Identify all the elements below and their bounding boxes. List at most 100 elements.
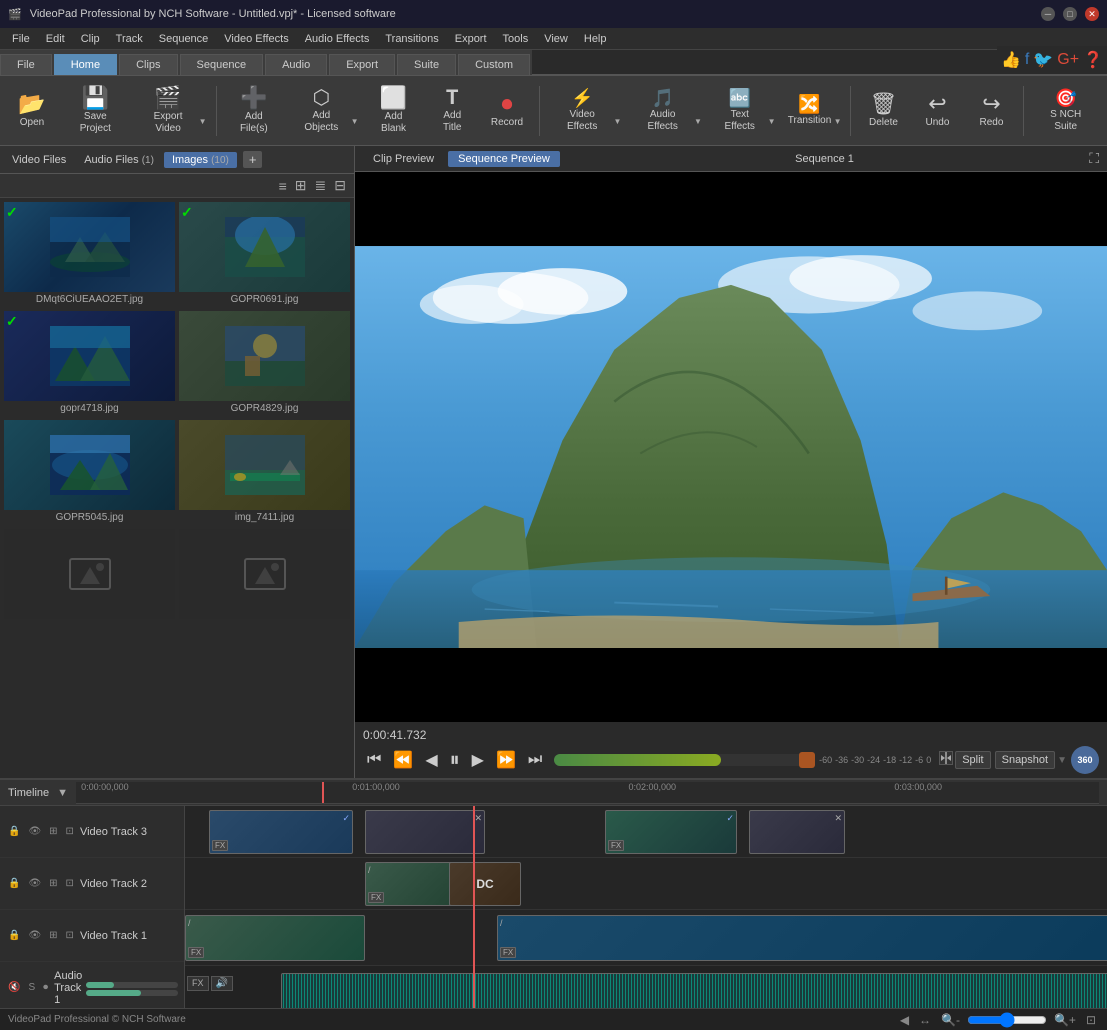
tab-clips[interactable]: Clips (119, 54, 177, 75)
maximize-button[interactable]: □ (1063, 7, 1077, 21)
add-media-button[interactable]: + (243, 151, 263, 168)
track-snap-icon-2[interactable]: ⊡ (64, 877, 76, 890)
status-zoom-out-button[interactable]: 🔍- (938, 1012, 963, 1028)
tab-home[interactable]: Home (54, 54, 117, 75)
zoom-slider[interactable] (967, 1012, 1047, 1028)
menu-tools[interactable]: Tools (495, 31, 537, 47)
view-sort-button[interactable]: ≡ (275, 177, 291, 195)
tab-suite[interactable]: Suite (397, 54, 456, 75)
view-details-button[interactable]: ⊟ (330, 176, 350, 195)
audio-fx-button[interactable]: FX (187, 976, 209, 991)
track-snap-icon-3[interactable]: ⊡ (64, 929, 76, 942)
skip-start-button[interactable]: ⏮ (363, 749, 385, 771)
menu-help[interactable]: Help (576, 31, 615, 47)
track-group-icon-3[interactable]: ⊞ (47, 929, 59, 942)
nch-suite-button[interactable]: 🎯 S NCH Suite (1030, 82, 1101, 140)
play-pause-button[interactable]: ⏸ (446, 747, 464, 774)
thumbnail-4[interactable]: GOPR4829.jpg (179, 311, 350, 416)
menu-export[interactable]: Export (447, 31, 495, 47)
track-group-icon-2[interactable]: ⊞ (47, 877, 59, 890)
clip-v2-2[interactable]: DC (449, 862, 521, 906)
snapshot-button[interactable]: Snapshot (995, 751, 1055, 769)
snapshot-arrow-icon[interactable]: ▼ (1057, 755, 1067, 766)
delete-button[interactable]: 🗑 Delete (857, 82, 909, 140)
record-button[interactable]: ⏺ Record (481, 82, 533, 140)
thumbnail-1[interactable]: ✓ DMqt6CiUEAAO2ET.jpg (4, 202, 175, 307)
clip-v3-4[interactable]: ✕ (749, 810, 845, 854)
thumbnail-5[interactable]: GOPR5045.jpg (4, 420, 175, 525)
track-record-icon[interactable]: ⏺ (41, 981, 50, 994)
menu-edit[interactable]: Edit (38, 31, 73, 47)
menu-track[interactable]: Track (108, 31, 151, 47)
track-lock-icon[interactable]: 🔒 (6, 825, 22, 838)
thumbnail-3[interactable]: ✓ gopr4718.jpg (4, 311, 175, 416)
thumbnail-8[interactable] (179, 529, 350, 623)
tab-images[interactable]: Images (10) (164, 152, 237, 168)
tab-file[interactable]: File (0, 54, 52, 75)
menu-video-effects[interactable]: Video Effects (216, 31, 296, 47)
next-frame-button[interactable]: ⏩ (492, 748, 520, 772)
add-title-button[interactable]: 𝐓 Add Title (426, 82, 479, 140)
audio-speaker-icon[interactable]: 🔊 (211, 976, 233, 991)
menu-audio-effects[interactable]: Audio Effects (297, 31, 378, 47)
open-button[interactable]: 📂 Open (6, 82, 58, 140)
view-grid-button[interactable]: ⊞ (291, 176, 311, 195)
track-lock-icon-3[interactable]: 🔒 (6, 929, 22, 942)
track-eye-icon-3[interactable]: 👁 (26, 929, 43, 942)
tab-export[interactable]: Export (329, 54, 395, 75)
tab-audio[interactable]: Audio (265, 54, 327, 75)
split-button[interactable]: Split (955, 751, 990, 769)
menu-clip[interactable]: Clip (73, 31, 108, 47)
track-content[interactable]: ✓ FX ✕ ✓ FX ✕ (185, 806, 1107, 1008)
prev-frame-button[interactable]: ⏪ (389, 748, 417, 772)
clip-v3-2[interactable]: ✕ (365, 810, 485, 854)
status-zoom-in-button[interactable]: 🔍+ (1051, 1012, 1079, 1028)
clip-v1-1[interactable]: / FX (497, 915, 1107, 961)
menu-transitions[interactable]: Transitions (377, 31, 446, 47)
skip-end-button[interactable]: ⏭ (524, 749, 546, 771)
redo-button[interactable]: ↪ Redo (965, 82, 1017, 140)
add-blank-button[interactable]: ⬜ Add Blank (364, 82, 424, 140)
sequence-preview-tab[interactable]: Sequence Preview (448, 151, 560, 167)
view-list-button[interactable]: ≣ (311, 176, 331, 195)
expand-preview-button[interactable]: ⛶ (1089, 150, 1099, 167)
tab-audio-files[interactable]: Audio Files (1) (76, 152, 162, 168)
track-solo-icon[interactable]: S (26, 981, 37, 994)
export-video-button[interactable]: 🎬 Export Video ▼ (133, 82, 210, 140)
menu-view[interactable]: View (536, 31, 576, 47)
audio-effects-button[interactable]: 🎵 Audio Effects ▼ (626, 82, 705, 140)
text-effects-button[interactable]: 🔤 Text Effects ▼ (707, 82, 779, 140)
rewind-button[interactable]: ◀ (421, 748, 441, 772)
thumbnail-7[interactable] (4, 529, 175, 623)
status-fit-button[interactable]: ⊡ (1083, 1012, 1099, 1028)
thumbnail-2[interactable]: ✓ GOPR0691.jpg (179, 202, 350, 307)
menu-sequence[interactable]: Sequence (151, 31, 217, 47)
tab-sequence[interactable]: Sequence (180, 54, 264, 75)
minimize-button[interactable]: ─ (1041, 7, 1055, 21)
timeline-dropdown-button[interactable]: ▼ (57, 787, 68, 799)
video-effects-button[interactable]: ⚡ Video Effects ▼ (546, 82, 624, 140)
clip-v3-3[interactable]: ✓ FX (605, 810, 737, 854)
forward-button[interactable]: ▶ (468, 748, 488, 772)
track-eye-icon-2[interactable]: 👁 (26, 877, 43, 890)
save-project-button[interactable]: 💾 Save Project (60, 82, 131, 140)
clip-v1-0[interactable]: / FX (185, 915, 365, 961)
360-button[interactable]: 360 (1071, 746, 1099, 774)
tab-custom[interactable]: Custom (458, 54, 530, 75)
close-button[interactable]: ✕ (1085, 7, 1099, 21)
track-mute-icon[interactable]: 🔇 (6, 981, 22, 994)
track-eye-icon[interactable]: 👁 (26, 825, 43, 838)
clip-v3-1[interactable]: ✓ FX (209, 810, 353, 854)
status-move-icon[interactable]: ↔ (916, 1012, 934, 1028)
menu-file[interactable]: File (4, 31, 38, 47)
add-files-button[interactable]: ➕ Add File(s) (223, 82, 286, 140)
track-lock-icon-2[interactable]: 🔒 (6, 877, 22, 890)
status-arrow-left-icon[interactable]: ◀ (897, 1012, 912, 1028)
undo-button[interactable]: ↩ Undo (911, 82, 963, 140)
add-objects-button[interactable]: ⬡ Add Objects ▼ (287, 82, 361, 140)
tab-video-files[interactable]: Video Files (4, 152, 74, 168)
thumbnail-6[interactable]: img_7411.jpg (179, 420, 350, 525)
audio-clip-1[interactable] (281, 973, 1107, 1008)
track-snap-icon[interactable]: ⊡ (64, 825, 76, 838)
clip-preview-tab[interactable]: Clip Preview (363, 151, 444, 167)
